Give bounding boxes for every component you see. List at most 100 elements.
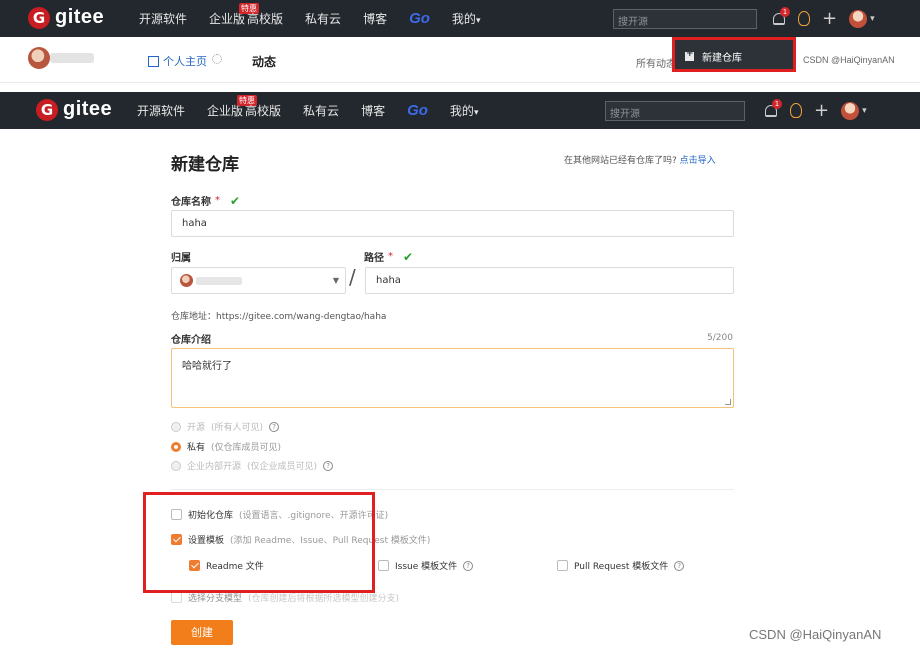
create-button[interactable]: 创建 (171, 620, 233, 645)
nav-mine[interactable]: 我的▾ (452, 10, 481, 27)
path-separator: / (349, 265, 356, 289)
lightbulb-icon[interactable] (790, 103, 802, 118)
gitee-logo-icon: G (28, 6, 50, 29)
search-input[interactable]: 搜开源 (613, 9, 757, 29)
visibility-enterprise-label: 企业内部开源 (187, 462, 242, 472)
main-navbar: G gitee 开源软件 企业版 特惠 高校版 私有云 博客 Go 我的▾ 搜开源… (0, 92, 920, 129)
nav-open-source[interactable]: 开源软件 (137, 102, 185, 119)
radio-private[interactable] (171, 441, 181, 452)
nav-go[interactable]: Go (409, 10, 430, 27)
issue-template-label: Issue 模板文件 (395, 562, 458, 572)
visibility-public-label: 开源 (187, 423, 206, 433)
radio-enterprise[interactable] (171, 460, 181, 471)
required-mark: * (215, 195, 220, 206)
template-highlight-box (143, 492, 375, 593)
new-repo-label: 新建仓库 (702, 53, 742, 64)
repo-name-input[interactable]: haha (171, 210, 734, 237)
bell-icon[interactable]: 1 (764, 98, 782, 119)
path-label-text: 路径 (364, 253, 384, 264)
repo-name-label: 仓库名称 * ✔ (171, 193, 241, 209)
personal-home-link[interactable]: 个人主页 (148, 53, 207, 69)
radio-public[interactable] (171, 421, 181, 432)
nav-blog[interactable]: 博客 (361, 102, 385, 119)
gitee-logo[interactable]: G gitee (36, 98, 112, 121)
description-textarea[interactable]: 哈哈就行了 (171, 348, 734, 408)
nav-private-cloud[interactable]: 私有云 (303, 102, 339, 119)
user-avatar[interactable] (28, 47, 50, 69)
path-label: 路径 * ✔ (364, 249, 414, 265)
pr-template-label: Pull Request 模板文件 (574, 562, 669, 572)
feed-tab[interactable]: 动态 (252, 53, 276, 70)
nav-enterprise[interactable]: 企业版 特惠 (209, 3, 260, 27)
visibility-private-label: 私有 (187, 443, 206, 453)
plus-icon[interactable]: + (814, 101, 829, 120)
gitee-logo-text: gitee (63, 98, 113, 120)
branch-model-checkbox[interactable] (171, 592, 182, 603)
import-hint-text: 在其他网站已经有仓库了吗? (564, 156, 677, 166)
resize-handle-icon[interactable] (725, 399, 731, 405)
chevron-down-icon: ▾ (473, 108, 479, 118)
nav-enterprise-label: 企业版 (207, 104, 244, 118)
repo-address: 仓库地址：https://gitee.com/wang-dengtao/haha (171, 312, 387, 322)
bell-icon[interactable]: 1 (772, 6, 790, 27)
chevron-down-icon: ▼ (332, 276, 339, 285)
search-input[interactable]: 搜开源 (605, 101, 745, 121)
pr-template-checkbox[interactable] (557, 560, 568, 571)
lightbulb-icon[interactable] (798, 11, 810, 26)
visibility-enterprise[interactable]: 企业内部开源 (仅企业成员可见) ? (171, 459, 334, 472)
nav-mine[interactable]: 我的▾ (450, 102, 479, 119)
required-mark: * (388, 251, 393, 262)
visibility-private[interactable]: 私有 (仅仓库成员可见) (171, 440, 281, 453)
description-counter: 5/200 (707, 333, 733, 343)
nav-enterprise-label: 企业版 (209, 12, 246, 26)
username-blurred (50, 53, 94, 63)
section-divider (171, 489, 734, 490)
avatar[interactable] (841, 101, 860, 120)
pr-template-option[interactable]: Pull Request 模板文件 ? (557, 559, 685, 572)
gear-icon[interactable] (212, 54, 222, 64)
avatar[interactable] (849, 9, 868, 28)
issue-template-option[interactable]: Issue 模板文件 ? (378, 559, 474, 572)
owner-name-blurred (196, 276, 242, 285)
chevron-down-icon: ▾ (475, 16, 481, 26)
plus-icon[interactable]: + (822, 9, 837, 28)
gitee-logo[interactable]: G gitee (28, 6, 104, 29)
nav-open-source[interactable]: 开源软件 (139, 10, 187, 27)
nav-private-cloud[interactable]: 私有云 (305, 10, 341, 27)
new-repo-form: 新建仓库 在其他网站已经有仓库了吗? 点击导入 仓库名称 * ✔ haha 归属 路… (0, 129, 920, 655)
import-link[interactable]: 点击导入 (680, 156, 716, 166)
visibility-enterprise-hint: (仅企业成员可见) (247, 462, 318, 472)
nav-blog[interactable]: 博客 (363, 10, 387, 27)
new-repo-dropdown-highlight: 新建仓库 (672, 37, 796, 72)
issue-template-checkbox[interactable] (378, 560, 389, 571)
gitee-logo-icon: G (36, 98, 58, 121)
nav-education[interactable]: 高校版 (245, 102, 281, 119)
check-icon: ✔ (403, 249, 414, 264)
visibility-public-hint: (所有人可见) (211, 423, 264, 433)
help-icon[interactable]: ? (269, 421, 280, 432)
watermark-bottom: CSDN @HaiQinyanAN (749, 627, 882, 642)
nav-education[interactable]: 高校版 (247, 10, 283, 27)
path-input[interactable]: haha (365, 267, 734, 294)
repo-name-label-text: 仓库名称 (171, 197, 211, 208)
visibility-private-hint: (仅仓库成员可见) (211, 443, 282, 453)
chevron-down-icon[interactable]: ▾ (862, 106, 867, 116)
help-icon[interactable]: ? (674, 560, 685, 571)
chevron-down-icon[interactable]: ▾ (870, 14, 875, 24)
import-hint: 在其他网站已经有仓库了吗? 点击导入 (564, 153, 716, 166)
visibility-public[interactable]: 开源 (所有人可见) ? (171, 420, 280, 433)
nav-enterprise[interactable]: 企业版 特惠 (207, 95, 258, 119)
all-feed-link[interactable]: 所有动态 (636, 55, 676, 70)
add-box-icon (685, 49, 694, 61)
owner-select[interactable]: ▼ (171, 267, 346, 294)
gitee-logo-text: gitee (55, 6, 105, 28)
help-icon[interactable]: ? (463, 560, 474, 571)
home-icon (148, 55, 159, 67)
new-repo-menu-item[interactable]: 新建仓库 (685, 49, 742, 64)
check-icon: ✔ (230, 193, 241, 208)
nav-go[interactable]: Go (407, 102, 428, 119)
nav-mine-label: 我的 (449, 104, 474, 118)
description-label: 仓库介绍 (171, 335, 211, 346)
notification-badge: 1 (772, 98, 782, 109)
help-icon[interactable]: ? (323, 460, 334, 471)
